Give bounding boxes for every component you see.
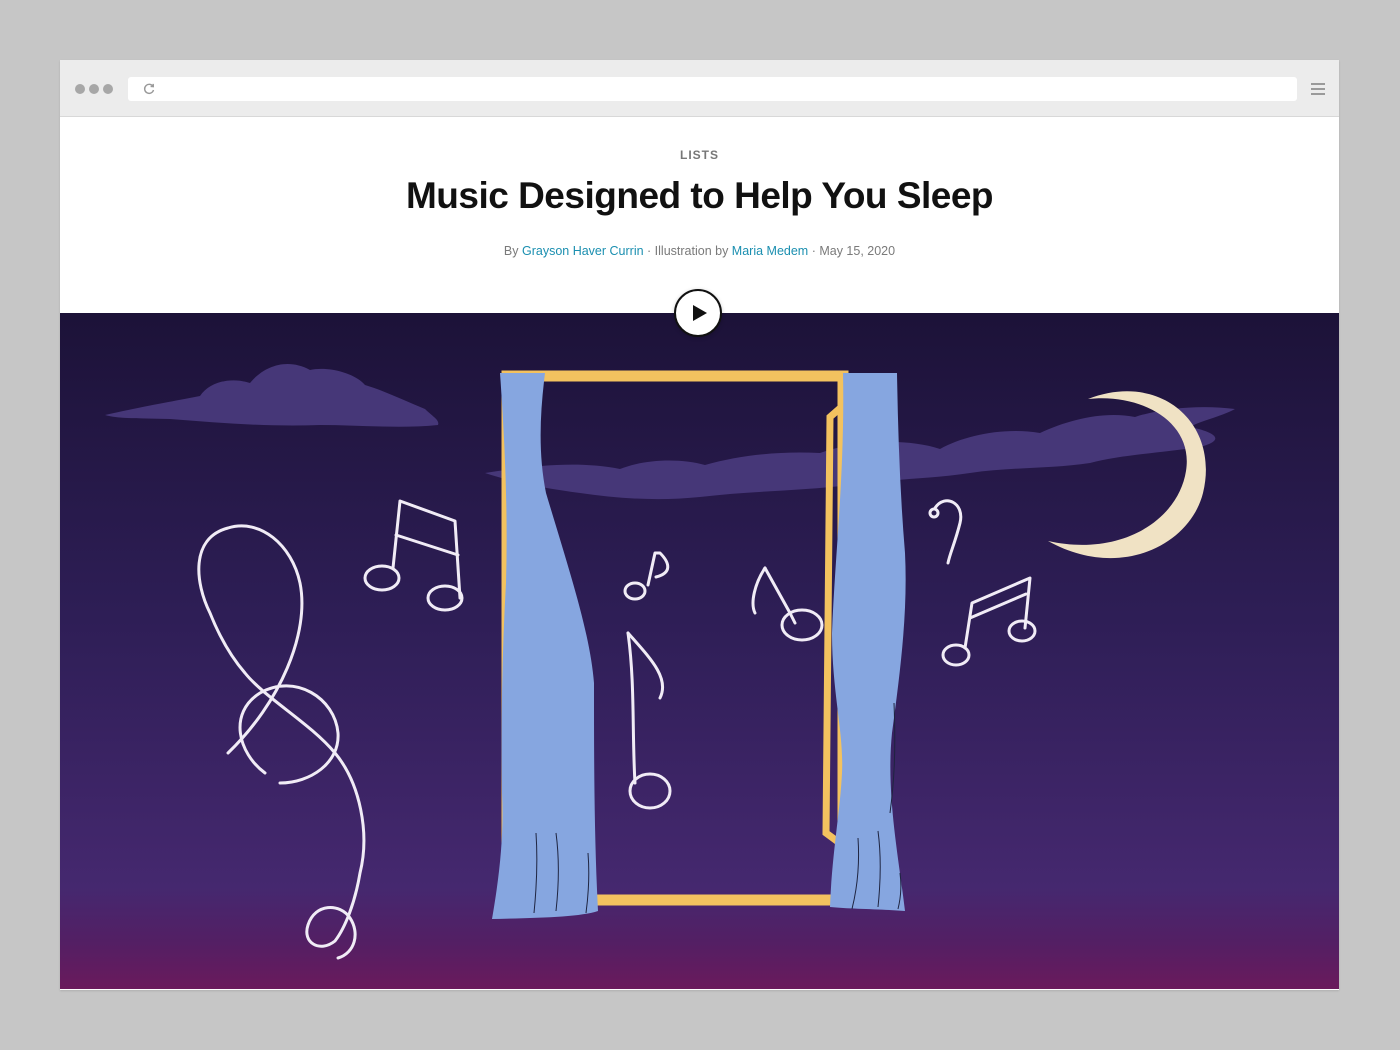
window-dot-icon[interactable] bbox=[89, 84, 99, 94]
browser-window: LISTS Music Designed to Help You Sleep B… bbox=[60, 60, 1339, 990]
byline: By Grayson Haver Currin · Illustration b… bbox=[60, 244, 1339, 258]
article-header: LISTS Music Designed to Help You Sleep B… bbox=[60, 117, 1339, 313]
play-button[interactable] bbox=[674, 289, 722, 337]
byline-illustration-prefix: · Illustration by bbox=[643, 244, 732, 258]
window-dot-icon[interactable] bbox=[75, 84, 85, 94]
publish-date: May 15, 2020 bbox=[819, 244, 896, 258]
category-kicker[interactable]: LISTS bbox=[60, 148, 1339, 162]
window-dot-icon[interactable] bbox=[103, 84, 113, 94]
reload-icon[interactable] bbox=[142, 82, 156, 96]
browser-toolbar bbox=[60, 60, 1339, 117]
play-icon bbox=[693, 305, 707, 321]
byline-by-prefix: By bbox=[503, 244, 522, 258]
illustrator-link[interactable]: Maria Medem bbox=[732, 244, 808, 258]
hero-illustration bbox=[60, 313, 1339, 989]
hamburger-menu-icon[interactable] bbox=[1311, 82, 1325, 96]
author-link[interactable]: Grayson Haver Currin bbox=[522, 244, 644, 258]
address-bar[interactable] bbox=[128, 77, 1297, 101]
article-title: Music Designed to Help You Sleep bbox=[405, 175, 994, 216]
byline-date-prefix: · bbox=[808, 244, 820, 258]
night-window-illustration bbox=[60, 313, 1339, 989]
